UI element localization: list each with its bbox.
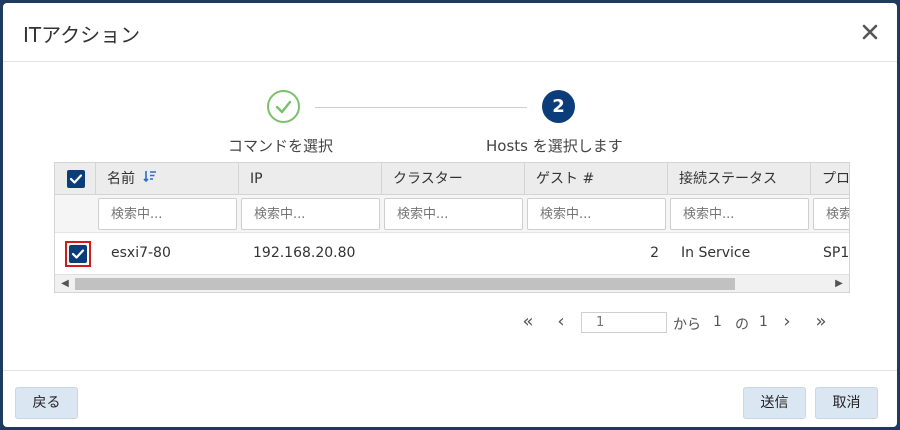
column-header-extra[interactable]: プロ xyxy=(811,163,849,195)
pager-total: 1 xyxy=(759,314,768,330)
step-2-label: Hosts を選択します xyxy=(486,137,623,155)
pager-current: 1 xyxy=(713,314,722,330)
next-page-icon[interactable]: › xyxy=(777,310,797,334)
filter-extra-input[interactable] xyxy=(813,198,849,230)
column-header-connection-status[interactable]: 接続ステータス xyxy=(668,163,811,195)
sort-icon[interactable] xyxy=(143,163,157,195)
step-2-active: 2 xyxy=(542,90,575,123)
scroll-left-icon[interactable]: ◀ xyxy=(59,278,71,290)
it-action-dialog: ITアクション 2 コマンドを選択 Hosts を選択します 名前 IP クラス… xyxy=(3,3,897,427)
cell-ip: 192.168.20.80 xyxy=(253,245,356,261)
first-page-icon[interactable]: « xyxy=(518,310,538,334)
column-header-guests[interactable]: ゲスト # xyxy=(525,163,668,195)
column-header-name-label: 名前 xyxy=(107,171,135,187)
check-icon xyxy=(275,100,292,114)
step-1-done xyxy=(267,90,300,123)
pager-from-text: から xyxy=(673,317,701,333)
step-1-label: コマンドを選択 xyxy=(228,137,334,155)
select-all-cell xyxy=(55,163,96,195)
send-button[interactable]: 送信 xyxy=(743,387,806,419)
filter-status-input[interactable] xyxy=(670,198,809,230)
check-icon xyxy=(71,249,85,259)
dialog-title: ITアクション xyxy=(23,23,141,47)
filter-cluster-input[interactable] xyxy=(384,198,523,230)
hosts-grid: 名前 IP クラスター ゲスト # 接続ステータス プロ 検索中... 検索中.… xyxy=(54,162,850,293)
filter-guests-input[interactable] xyxy=(527,198,666,230)
row-select-checkbox[interactable] xyxy=(69,245,87,263)
cell-name: esxi7-80 xyxy=(111,245,171,261)
horizontal-scrollbar[interactable]: ◀ ▶ xyxy=(55,274,849,292)
scroll-right-icon[interactable]: ▶ xyxy=(833,278,845,290)
row-select-highlight xyxy=(65,241,91,267)
prev-page-icon[interactable]: ‹ xyxy=(551,310,571,334)
grid-header-row: 名前 IP クラスター ゲスト # 接続ステータス プロ xyxy=(55,163,849,195)
table-row[interactable]: esxi7-80 192.168.20.80 2 In Service SP1 xyxy=(55,234,850,272)
cancel-button[interactable]: 取消 xyxy=(815,387,878,419)
close-icon[interactable] xyxy=(860,22,880,42)
back-button[interactable]: 戻る xyxy=(15,387,78,419)
cell-status: In Service xyxy=(681,245,751,261)
step-connector xyxy=(315,107,527,108)
cell-guests: 2 xyxy=(650,245,659,261)
scrollbar-thumb[interactable] xyxy=(75,278,735,290)
grid-filter-row xyxy=(55,195,849,233)
pager-of-text: の xyxy=(735,317,749,333)
filter-name-input[interactable] xyxy=(98,198,237,230)
dialog-footer: 戻る 送信 取消 xyxy=(3,370,897,427)
pagination: « ‹ から 1 の 1 › » xyxy=(3,310,897,334)
select-all-checkbox[interactable] xyxy=(67,170,85,188)
column-header-cluster[interactable]: クラスター xyxy=(382,163,525,195)
wizard-stepper: 2 コマンドを選択 Hosts を選択します xyxy=(3,62,897,162)
cell-extra: SP1 xyxy=(823,245,850,261)
dialog-header: ITアクション xyxy=(3,3,897,62)
filter-ip-input[interactable] xyxy=(241,198,380,230)
page-number-input[interactable] xyxy=(581,312,667,333)
column-header-ip[interactable]: IP xyxy=(239,163,382,195)
last-page-icon[interactable]: » xyxy=(811,310,831,334)
check-icon xyxy=(69,174,83,184)
column-header-name[interactable]: 名前 xyxy=(96,163,239,195)
